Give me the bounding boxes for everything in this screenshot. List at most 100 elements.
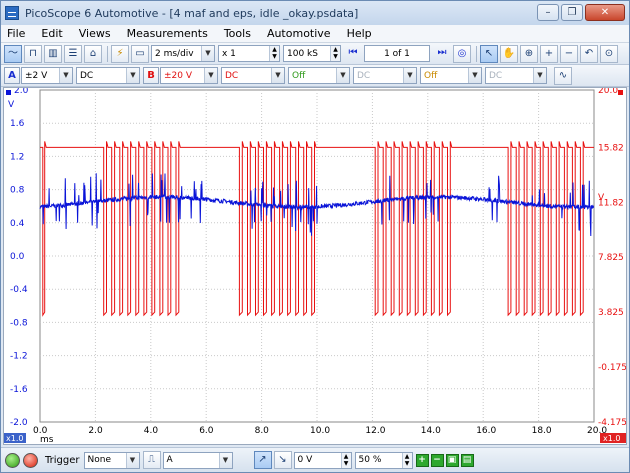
chevron-down-icon: ▼ [403,68,416,83]
menu-tools[interactable]: Tools [216,27,259,40]
chevron-down-icon: ▼ [271,68,284,83]
chevron-down-icon: ▼ [336,68,349,83]
title-bar: PicoScope 6 Automotive - [4 maf and eps,… [1,1,629,25]
add-ruler-icon[interactable]: + [415,453,429,467]
x-axis-tick-label: 18.0 [532,426,552,436]
channel-b-button[interactable]: B [143,67,159,84]
zoom-in-icon[interactable]: + [540,44,558,63]
probe-wand-icon[interactable]: ⚡ [111,44,129,63]
math-channel-icon[interactable]: ∿ [554,66,572,85]
status-bar: Trigger None ▼ ⎍ A ▼ ↗ ↘ 0 V ▲ ▼ 50 % ▲ ▼ … [1,447,629,472]
chevron-down-icon: ▼ [125,452,139,468]
advanced-trigger-icon[interactable]: ⎍ [142,451,161,469]
main-toolbar: 〜 ⊓ ▥ ☰ ⌂ ⚡ ▭ 2 ms/div ▼ x 1 ▲ ▼ 100 kS ▲… [1,43,629,65]
home-icon[interactable]: ⌂ [84,44,102,63]
chevron-down-icon: ▼ [533,68,546,83]
channel-b-marker [618,90,623,95]
right-axis-tick-label: 3.825 [598,308,624,318]
menu-edit[interactable]: Edit [33,27,70,40]
trigger-mode-select[interactable]: None ▼ [83,451,140,469]
minimize-button[interactable]: – [537,4,559,21]
chevron-down-icon: ▼ [201,46,214,61]
right-axis-tick-label: -0.175 [598,363,626,373]
menu-views[interactable]: Views [71,27,119,40]
compass-icon[interactable]: ◎ [453,44,471,63]
channel-a-coupling: DC [80,70,94,81]
trigger-level-stepper[interactable]: 0 V ▲ ▼ [293,451,352,469]
app-icon [5,6,19,20]
channel-b-range-select[interactable]: ±20 V ▼ [160,67,218,84]
scope-mode-icon[interactable]: 〜 [4,44,22,63]
trigger-level: 0 V [297,455,313,465]
left-zoom-badge: x1.0 [6,434,23,443]
left-axis-tick-label: 1.6 [10,119,25,129]
scope-view[interactable]: 2.0 1.6 1.2 0.8 0.4 0.0 -0.4 -0.8 -1.2 -1.6 -2.0 2… [3,87,627,445]
start-capture-button[interactable] [5,452,20,468]
menu-measurements[interactable]: Measurements [119,27,216,40]
measure-add-icon[interactable]: ▣ [445,453,459,467]
x-axis-tick-label: 16.0 [476,426,496,436]
pointer-icon[interactable]: ↖ [480,44,498,63]
persistence-mode-icon[interactable]: ⊓ [24,44,42,63]
stack-icon[interactable]: ☰ [64,44,82,63]
x-axis-unit: ms [40,435,54,444]
window-controls: – ❐ ✕ [537,4,625,21]
x-axis-tick-label: 6.0 [199,426,214,436]
left-axis-tick-label: -1.2 [10,352,28,362]
window-icon[interactable]: ▭ [131,44,149,63]
right-axis-tick-label: 7.825 [598,253,624,263]
channel-b-coupling: DC [225,70,239,81]
menu-file[interactable]: File [1,27,33,40]
close-button[interactable]: ✕ [585,4,625,21]
channel-b-coupling-select[interactable]: DC ▼ [221,67,285,84]
undo-zoom-icon[interactable]: ↶ [580,44,598,63]
hand-icon[interactable]: ✋ [500,44,518,63]
spin-arrows-icon: ▲ ▼ [269,46,279,61]
last-page-icon[interactable]: ⏭ [433,45,451,63]
spectrum-mode-icon[interactable]: ▥ [44,44,62,63]
right-axis-tick-label: 15.82 [598,143,624,153]
falling-edge-icon[interactable]: ↘ [273,451,292,469]
channel-a-marker [6,90,11,95]
stop-capture-button[interactable] [23,452,38,468]
channel-a-range-select[interactable]: ±2 V ▼ [21,67,73,84]
remove-ruler-icon[interactable]: − [430,453,444,467]
chevron-down-icon: ▼ [204,68,217,83]
timebase-value: 2 ms/div [155,48,194,59]
toolbar-separator [107,45,108,62]
channel-a-button[interactable]: A [4,67,20,84]
channel-a-range: ±2 V [25,70,48,81]
trigger-source-select[interactable]: A ▼ [162,451,233,469]
menu-help[interactable]: Help [339,27,380,40]
chevron-down-icon: ▼ [126,68,139,83]
channel-c-coupling: DC [357,70,371,81]
left-axis: 2.0 1.6 1.2 0.8 0.4 0.0 -0.4 -0.8 -1.2 -1.6 -2.0 [10,88,29,428]
measure-edit-icon[interactable]: ▤ [460,453,474,467]
samples-stepper[interactable]: 100 kS ▲ ▼ [283,45,341,62]
channel-a-coupling-select[interactable]: DC ▼ [76,67,140,84]
first-page-icon[interactable]: ⏮ [344,45,362,63]
right-axis-unit: V [598,193,605,203]
channel-c-range-select[interactable]: Off ▼ [288,67,350,84]
x-axis-tick-label: 4.0 [144,426,159,436]
x-axis-tick-label: 12.0 [365,426,385,436]
zoom-area-icon[interactable]: ⊕ [520,44,538,63]
zoom-overview-icon[interactable]: ⊙ [600,44,618,63]
channel-b-range: ±20 V [164,70,193,81]
channel-toolbar: A ±2 V ▼ DC ▼ B ±20 V ▼ DC ▼ Off ▼ DC ▼ … [1,65,629,87]
left-axis-tick-label: 0.8 [10,186,25,196]
pretrigger-stepper[interactable]: 50 % ▲ ▼ [354,451,413,469]
channel-d-coupling-select: DC ▼ [485,67,547,84]
restore-button[interactable]: ❐ [561,4,583,21]
scope-graph: 2.0 1.6 1.2 0.8 0.4 0.0 -0.4 -0.8 -1.2 -1.6 -2.0 2… [4,88,626,444]
channel-d-range-select[interactable]: Off ▼ [420,67,482,84]
menu-automotive[interactable]: Automotive [259,27,339,40]
menu-bar: File Edit Views Measurements Tools Autom… [1,25,629,43]
rising-edge-icon[interactable]: ↗ [253,451,272,469]
channel-d-state: Off [424,70,438,81]
right-axis: 20.015.8211.827.8253.825-0.175-4.175 [598,88,626,428]
timebase-select[interactable]: 2 ms/div ▼ [151,45,215,62]
zoom-stepper[interactable]: x 1 ▲ ▼ [218,45,280,62]
picoscope-window: PicoScope 6 Automotive - [4 maf and eps,… [0,0,630,473]
zoom-out-icon[interactable]: − [560,44,578,63]
